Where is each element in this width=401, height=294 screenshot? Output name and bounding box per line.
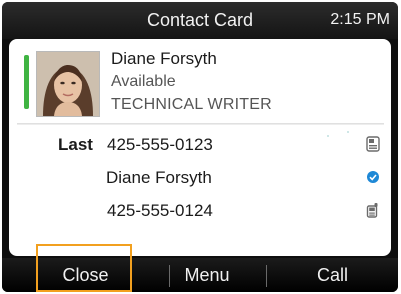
title-bar: Contact Card 2:15 PM bbox=[2, 2, 398, 39]
detail-row-im[interactable]: Diane Forsyth bbox=[9, 163, 391, 193]
detail-row-work-phone[interactable]: Last 425-555-0123 bbox=[9, 130, 391, 160]
screen-artifact bbox=[347, 131, 349, 133]
softkey-bar: Close Menu Call bbox=[2, 258, 398, 292]
im-address: Diane Forsyth bbox=[106, 168, 212, 187]
clock: 2:15 PM bbox=[330, 11, 390, 28]
section-divider bbox=[17, 123, 384, 125]
work-phone-icon bbox=[366, 136, 380, 152]
presence-indicator bbox=[24, 55, 29, 109]
mobile-phone-number: 425-555-0124 bbox=[107, 201, 213, 220]
contact-card-panel: Diane Forsyth Available TECHNICAL WRITER… bbox=[9, 39, 391, 256]
work-phone-number: 425-555-0123 bbox=[107, 135, 213, 154]
im-chat-icon bbox=[367, 171, 379, 183]
contact-photo-icon bbox=[37, 52, 99, 116]
detail-row-mobile-phone[interactable]: 425-555-0124 bbox=[9, 196, 391, 226]
contact-name: Diane Forsyth bbox=[111, 49, 217, 68]
detail-label: Last bbox=[58, 135, 93, 154]
call-softkey[interactable]: Call bbox=[267, 258, 398, 292]
mobile-phone-icon bbox=[366, 203, 378, 218]
phone-screen: Contact Card 2:15 PM Diane Forsyth Avail… bbox=[2, 2, 398, 292]
contact-header[interactable]: Diane Forsyth Available TECHNICAL WRITER bbox=[17, 45, 384, 119]
job-title: TECHNICAL WRITER bbox=[111, 96, 272, 113]
avatar bbox=[36, 51, 100, 117]
menu-softkey[interactable]: Menu bbox=[170, 258, 244, 292]
presence-status: Available bbox=[111, 73, 176, 90]
phone-device: Contact Card 2:15 PM Diane Forsyth Avail… bbox=[0, 0, 401, 294]
close-softkey[interactable]: Close bbox=[2, 258, 169, 292]
screen-artifact bbox=[327, 135, 329, 137]
